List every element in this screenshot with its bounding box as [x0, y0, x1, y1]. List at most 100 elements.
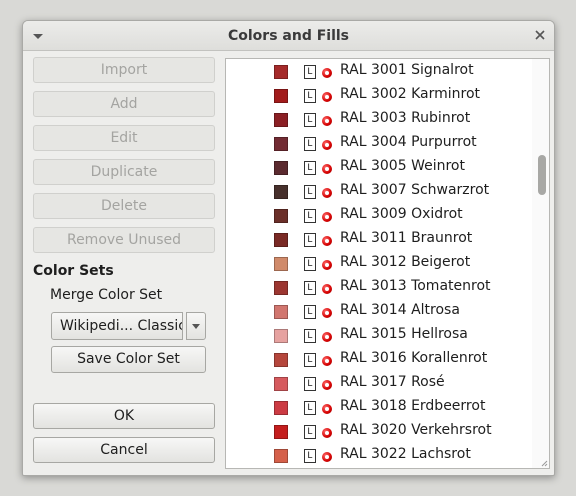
spot-color-icon — [322, 404, 332, 414]
color-name: RAL 3022 Lachsrot — [340, 446, 471, 462]
color-name: RAL 3020 Verkehrsrot — [340, 422, 492, 438]
color-type-badge: L — [304, 353, 316, 367]
spot-color-icon — [322, 212, 332, 222]
spot-color-icon — [322, 284, 332, 294]
color-list-item[interactable]: L RAL 3007 Schwarzrot — [226, 180, 526, 204]
title-bar[interactable]: Colors and Fills — [23, 21, 554, 51]
import-button[interactable]: Import — [33, 57, 215, 83]
color-name: RAL 3017 Rosé — [340, 374, 445, 390]
vertical-scrollbar[interactable] — [532, 59, 549, 468]
cancel-button[interactable]: Cancel — [33, 437, 215, 463]
color-type-badge: L — [304, 89, 316, 103]
save-color-set-button[interactable]: Save Color Set — [51, 346, 206, 373]
spot-color-icon — [322, 428, 332, 438]
color-swatch — [274, 329, 288, 343]
edit-button[interactable]: Edit — [33, 125, 215, 151]
color-swatch — [274, 233, 288, 247]
color-list-item[interactable]: L RAL 3022 Lachsrot — [226, 444, 526, 468]
color-swatch — [274, 137, 288, 151]
color-swatch — [274, 353, 288, 367]
color-type-badge: L — [304, 401, 316, 415]
color-swatch — [274, 401, 288, 415]
color-swatch — [274, 65, 288, 79]
color-type-badge: L — [304, 257, 316, 271]
color-list-item[interactable]: L RAL 3020 Verkehrsrot — [226, 420, 526, 444]
color-set-dropdown-button[interactable] — [186, 312, 206, 340]
color-swatch — [274, 209, 288, 223]
color-list-item[interactable]: L RAL 3015 Hellrosa — [226, 324, 526, 348]
color-list[interactable]: L RAL 3001 Signalrot L RAL 3002 Karminrot L R… — [225, 58, 550, 469]
color-list-item[interactable]: L RAL 3016 Korallenrot — [226, 348, 526, 372]
color-type-badge: L — [304, 209, 316, 223]
remove-unused-button[interactable]: Remove Unused — [33, 227, 215, 253]
resize-grip-icon — [541, 460, 548, 467]
add-button[interactable]: Add — [33, 91, 215, 117]
spot-color-icon — [322, 140, 332, 150]
window-title: Colors and Fills — [227, 28, 350, 44]
color-swatch — [274, 89, 288, 103]
delete-button[interactable]: Delete — [33, 193, 215, 219]
merge-color-set-label: Merge Color Set — [50, 287, 163, 303]
color-name: RAL 3001 Signalrot — [340, 62, 474, 78]
color-name: RAL 3003 Rubinrot — [340, 110, 471, 126]
color-name: RAL 3013 Tomatenrot — [340, 278, 491, 294]
color-list-item[interactable]: L RAL 3012 Beigerot — [226, 252, 526, 276]
color-name: RAL 3012 Beigerot — [340, 254, 471, 270]
spot-color-icon — [322, 356, 332, 366]
color-name: RAL 3014 Altrosa — [340, 302, 460, 318]
color-sets-heading: Color Sets — [33, 263, 114, 279]
chevron-down-icon — [192, 324, 200, 329]
color-swatch — [274, 305, 288, 319]
color-type-badge: L — [304, 281, 316, 295]
color-type-badge: L — [304, 305, 316, 319]
color-name: RAL 3002 Karminrot — [340, 86, 480, 102]
color-list-item[interactable]: L RAL 3009 Oxidrot — [226, 204, 526, 228]
color-list-item[interactable]: L RAL 3018 Erdbeerrot — [226, 396, 526, 420]
color-list-item[interactable]: L RAL 3017 Rosé — [226, 372, 526, 396]
color-swatch — [274, 281, 288, 295]
color-name: RAL 3004 Purpurrot — [340, 134, 477, 150]
colors-and-fills-dialog: Colors and Fills Import Add Edit Duplica… — [22, 20, 555, 476]
color-type-badge: L — [304, 425, 316, 439]
color-swatch — [274, 377, 288, 391]
color-type-badge: L — [304, 113, 316, 127]
spot-color-icon — [322, 68, 332, 78]
color-name: RAL 3011 Braunrot — [340, 230, 473, 246]
color-list-item[interactable]: L RAL 3005 Weinrot — [226, 156, 526, 180]
spot-color-icon — [322, 332, 332, 342]
color-name: RAL 3005 Weinrot — [340, 158, 465, 174]
color-type-badge: L — [304, 137, 316, 151]
spot-color-icon — [322, 164, 332, 174]
color-name: RAL 3016 Korallenrot — [340, 350, 488, 366]
ok-button[interactable]: OK — [33, 403, 215, 429]
color-list-item[interactable]: L RAL 3004 Purpurrot — [226, 132, 526, 156]
close-icon[interactable] — [533, 28, 547, 42]
spot-color-icon — [322, 188, 332, 198]
color-swatch — [274, 257, 288, 271]
color-list-item[interactable]: L RAL 3002 Karminrot — [226, 84, 526, 108]
color-type-badge: L — [304, 377, 316, 391]
color-swatch — [274, 161, 288, 175]
scrollbar-thumb[interactable] — [538, 155, 546, 195]
spot-color-icon — [322, 380, 332, 390]
color-type-badge: L — [304, 449, 316, 463]
spot-color-icon — [322, 260, 332, 270]
color-swatch — [274, 113, 288, 127]
duplicate-button[interactable]: Duplicate — [33, 159, 215, 185]
color-type-badge: L — [304, 161, 316, 175]
spot-color-icon — [322, 116, 332, 126]
color-name: RAL 3009 Oxidrot — [340, 206, 463, 222]
color-list-item[interactable]: L RAL 3003 Rubinrot — [226, 108, 526, 132]
color-list-item[interactable]: L RAL 3013 Tomatenrot — [226, 276, 526, 300]
color-list-item[interactable]: L RAL 3011 Braunrot — [226, 228, 526, 252]
color-list-item[interactable]: L RAL 3001 Signalrot — [226, 60, 526, 84]
color-swatch — [274, 449, 288, 463]
color-type-badge: L — [304, 233, 316, 247]
color-type-badge: L — [304, 185, 316, 199]
color-list-item[interactable]: L RAL 3014 Altrosa — [226, 300, 526, 324]
color-swatch — [274, 185, 288, 199]
color-name: RAL 3018 Erdbeerrot — [340, 398, 486, 414]
spot-color-icon — [322, 92, 332, 102]
color-set-select[interactable]: Wikipedi... Classic — [51, 312, 183, 340]
color-swatch — [274, 425, 288, 439]
